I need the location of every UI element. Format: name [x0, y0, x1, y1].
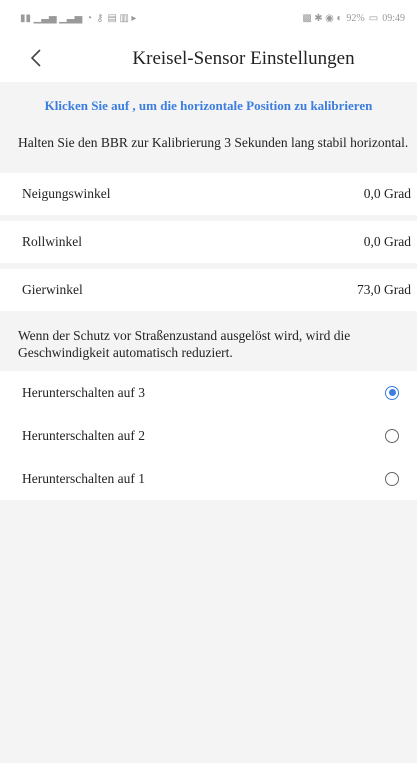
angle-row-pitch: Neigungswinkel 0,0 Grad — [0, 173, 417, 215]
road-protection-note: Wenn der Schutz vor Straßenzustand ausge… — [0, 317, 417, 371]
radio-selected-icon[interactable] — [385, 385, 399, 400]
radio-unselected-icon[interactable] — [385, 471, 399, 486]
gear-option-label: Herunterschalten auf 2 — [22, 427, 145, 443]
header: Kreisel-Sensor Einstellungen — [0, 36, 417, 82]
gear-option-3[interactable]: Herunterschalten auf 3 — [0, 371, 417, 414]
battery-icon: ▭ — [368, 12, 379, 24]
angle-row-roll: Rollwinkel 0,0 Grad — [0, 221, 417, 263]
notification-icons: ▤ ▥ ▸ — [107, 12, 137, 24]
wifi-icon: ◔ — [86, 12, 93, 24]
angle-value: 0,0 Grad — [363, 186, 411, 201]
radio-unselected-icon[interactable] — [385, 428, 399, 443]
key-icon: ⚷ — [96, 12, 104, 24]
page-title: Kreisel-Sensor Einstellungen — [132, 48, 355, 69]
gear-option-label: Herunterschalten auf 3 — [22, 384, 145, 400]
gear-option-2[interactable]: Herunterschalten auf 2 — [0, 414, 417, 457]
status-bar: ▮▮ ▁▃▅ ▁▃▅ ◔ ⚷ ▤ ▥ ▸ ▩ ✱ ◉ ◐ 92% ▭ 09:49 — [0, 0, 417, 36]
system-icons: ▩ ✱ ◉ ◐ — [302, 12, 343, 24]
angle-row-yaw: Gierwinkel 73,0 Grad — [0, 269, 417, 311]
angle-label: Rollwinkel — [22, 234, 82, 249]
calibration-hint: Halten Sie den BBR zur Kalibrierung 3 Se… — [0, 125, 417, 163]
status-left-icons: ▮▮ ▁▃▅ ▁▃▅ ◔ ⚷ ▤ ▥ ▸ — [20, 13, 136, 24]
status-right-icons: ▩ ✱ ◉ ◐ 92% ▭ 09:49 — [302, 13, 405, 24]
clock: 09:49 — [382, 12, 405, 24]
battery-percent: 92% — [346, 12, 365, 24]
angle-label: Gierwinkel — [22, 282, 83, 297]
gear-option-1[interactable]: Herunterschalten auf 1 — [0, 457, 417, 500]
sim-signal-icon: ▮▮ ▁▃▅ ▁▃▅ — [20, 12, 83, 24]
calibrate-link[interactable]: Klicken Sie auf , um die horizontale Pos… — [0, 82, 417, 125]
angle-label: Neigungswinkel — [22, 186, 111, 201]
angle-value: 73,0 Grad — [357, 282, 411, 297]
angle-value: 0,0 Grad — [363, 234, 411, 249]
gear-option-label: Herunterschalten auf 1 — [22, 470, 145, 486]
